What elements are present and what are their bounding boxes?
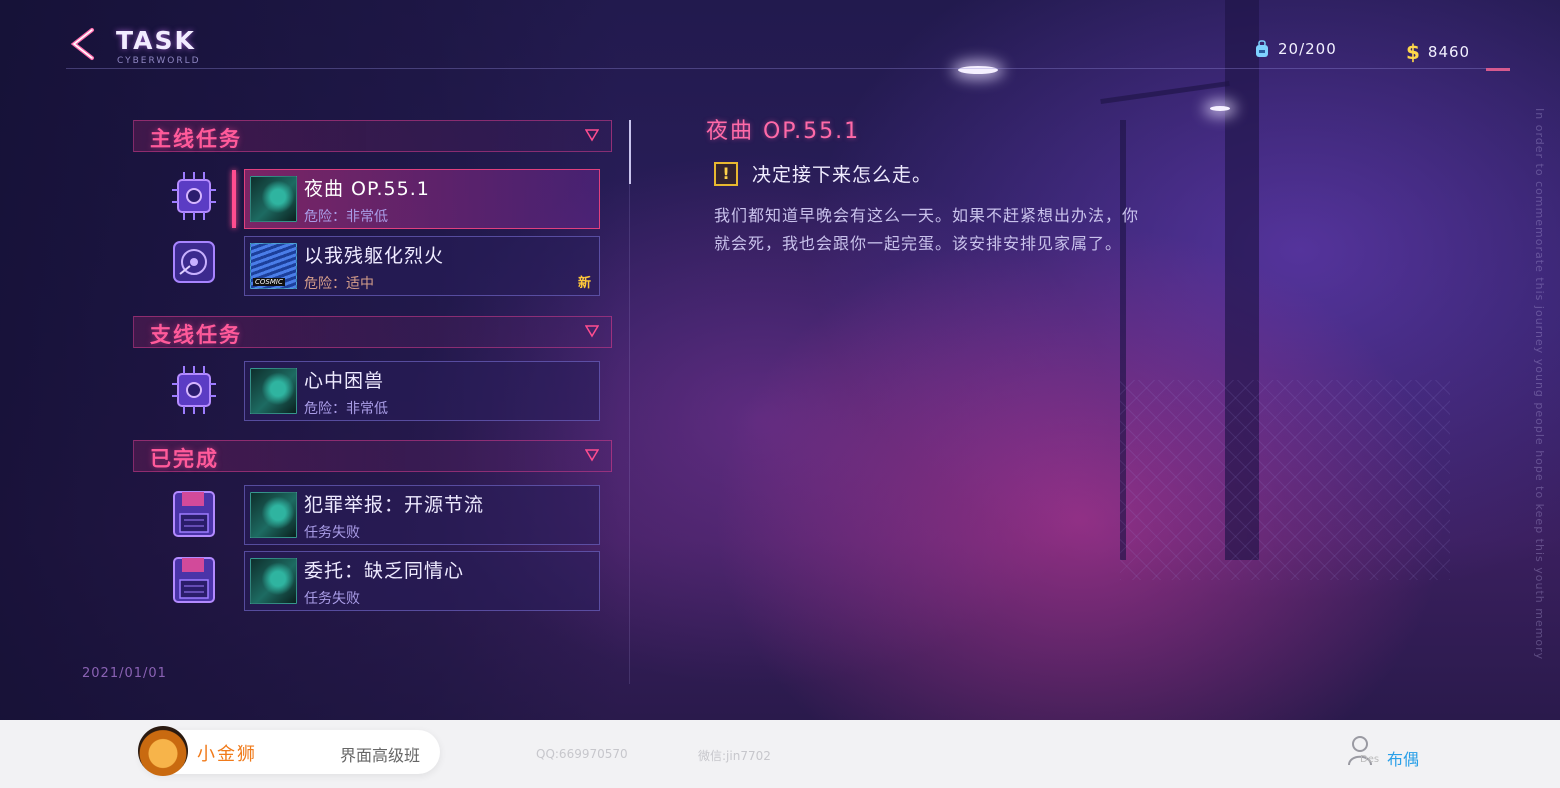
task-item[interactable]: 委托：缺乏同情心 任务失败 [244, 551, 600, 611]
footer-bar: 小金狮 界面高级班 QQ:669970570 微信:jin7702 Des 布偶 [0, 720, 1560, 788]
task-thumbnail [250, 368, 297, 414]
detail-objective: ! 决定接下来怎么走。 [714, 160, 932, 187]
top-bar: TASK CYBERWORLD 20/200 $ 8460 [0, 0, 1560, 80]
task-item[interactable]: 犯罪举报：开源节流 任务失败 [244, 485, 600, 545]
chevron-down-icon [585, 129, 599, 142]
category-completed[interactable]: 已完成 [133, 440, 612, 472]
chevron-down-icon [585, 325, 599, 338]
detail-title: 夜曲 OP.55.1 [706, 119, 861, 144]
chevron-down-icon [585, 449, 599, 462]
header-accent [1486, 68, 1510, 71]
panel-divider [629, 184, 630, 684]
category-side-quests[interactable]: 支线任务 [133, 316, 612, 348]
course-name: 界面高级班 [340, 746, 421, 765]
author-name: 布偶 [1387, 750, 1420, 769]
money-counter: $ 8460 [1406, 40, 1471, 64]
dollar-icon: $ [1406, 40, 1420, 64]
warning-icon: ! [714, 161, 738, 186]
date-stamp: 2021/01/01 [82, 666, 167, 681]
chip-icon [172, 366, 216, 414]
page-subtitle: CYBERWORLD [117, 56, 201, 66]
back-arrow-icon[interactable] [66, 26, 100, 62]
task-thumbnail [250, 243, 297, 289]
task-item[interactable]: 夜曲 OP.55.1 危险：非常低 [244, 169, 600, 229]
scroll-indicator[interactable] [629, 120, 631, 184]
inventory-counter: 20/200 [1254, 40, 1337, 58]
wechat-contact: 微信:jin7702 [698, 749, 771, 763]
floppy-disk-icon [173, 491, 215, 537]
chip-icon [172, 172, 216, 220]
detail-description: 我们都知道早晚会有这么一天。如果不赶紧想出办法，你就会死，我也会跟你一起完蛋。该… [714, 206, 1140, 253]
task-thumbnail [250, 492, 297, 538]
side-vertical-text: In order to commemorate this journey you… [1533, 108, 1546, 661]
lion-logo-icon [138, 726, 188, 776]
category-main-quests[interactable]: 主线任务 [133, 120, 612, 152]
selection-indicator [232, 170, 236, 228]
background-scene: In order to commemorate this journey you… [0, 0, 1560, 720]
task-item[interactable]: 心中困兽 危险：非常低 [244, 361, 600, 421]
floppy-disk-icon [173, 557, 215, 603]
designer-label: Des [1360, 754, 1380, 765]
page-title: TASK [116, 26, 196, 55]
header-divider [66, 68, 1510, 69]
disc-drive-icon [173, 241, 215, 283]
task-thumbnail [250, 176, 297, 222]
task-item[interactable]: 以我残躯化烈火 危险：适中 新 [244, 236, 600, 296]
new-badge: 新 [577, 276, 591, 291]
backpack-icon [1256, 40, 1268, 57]
brand-name: 小金狮 [197, 744, 257, 765]
qq-contact: QQ:669970570 [536, 747, 628, 761]
task-thumbnail [250, 558, 297, 604]
